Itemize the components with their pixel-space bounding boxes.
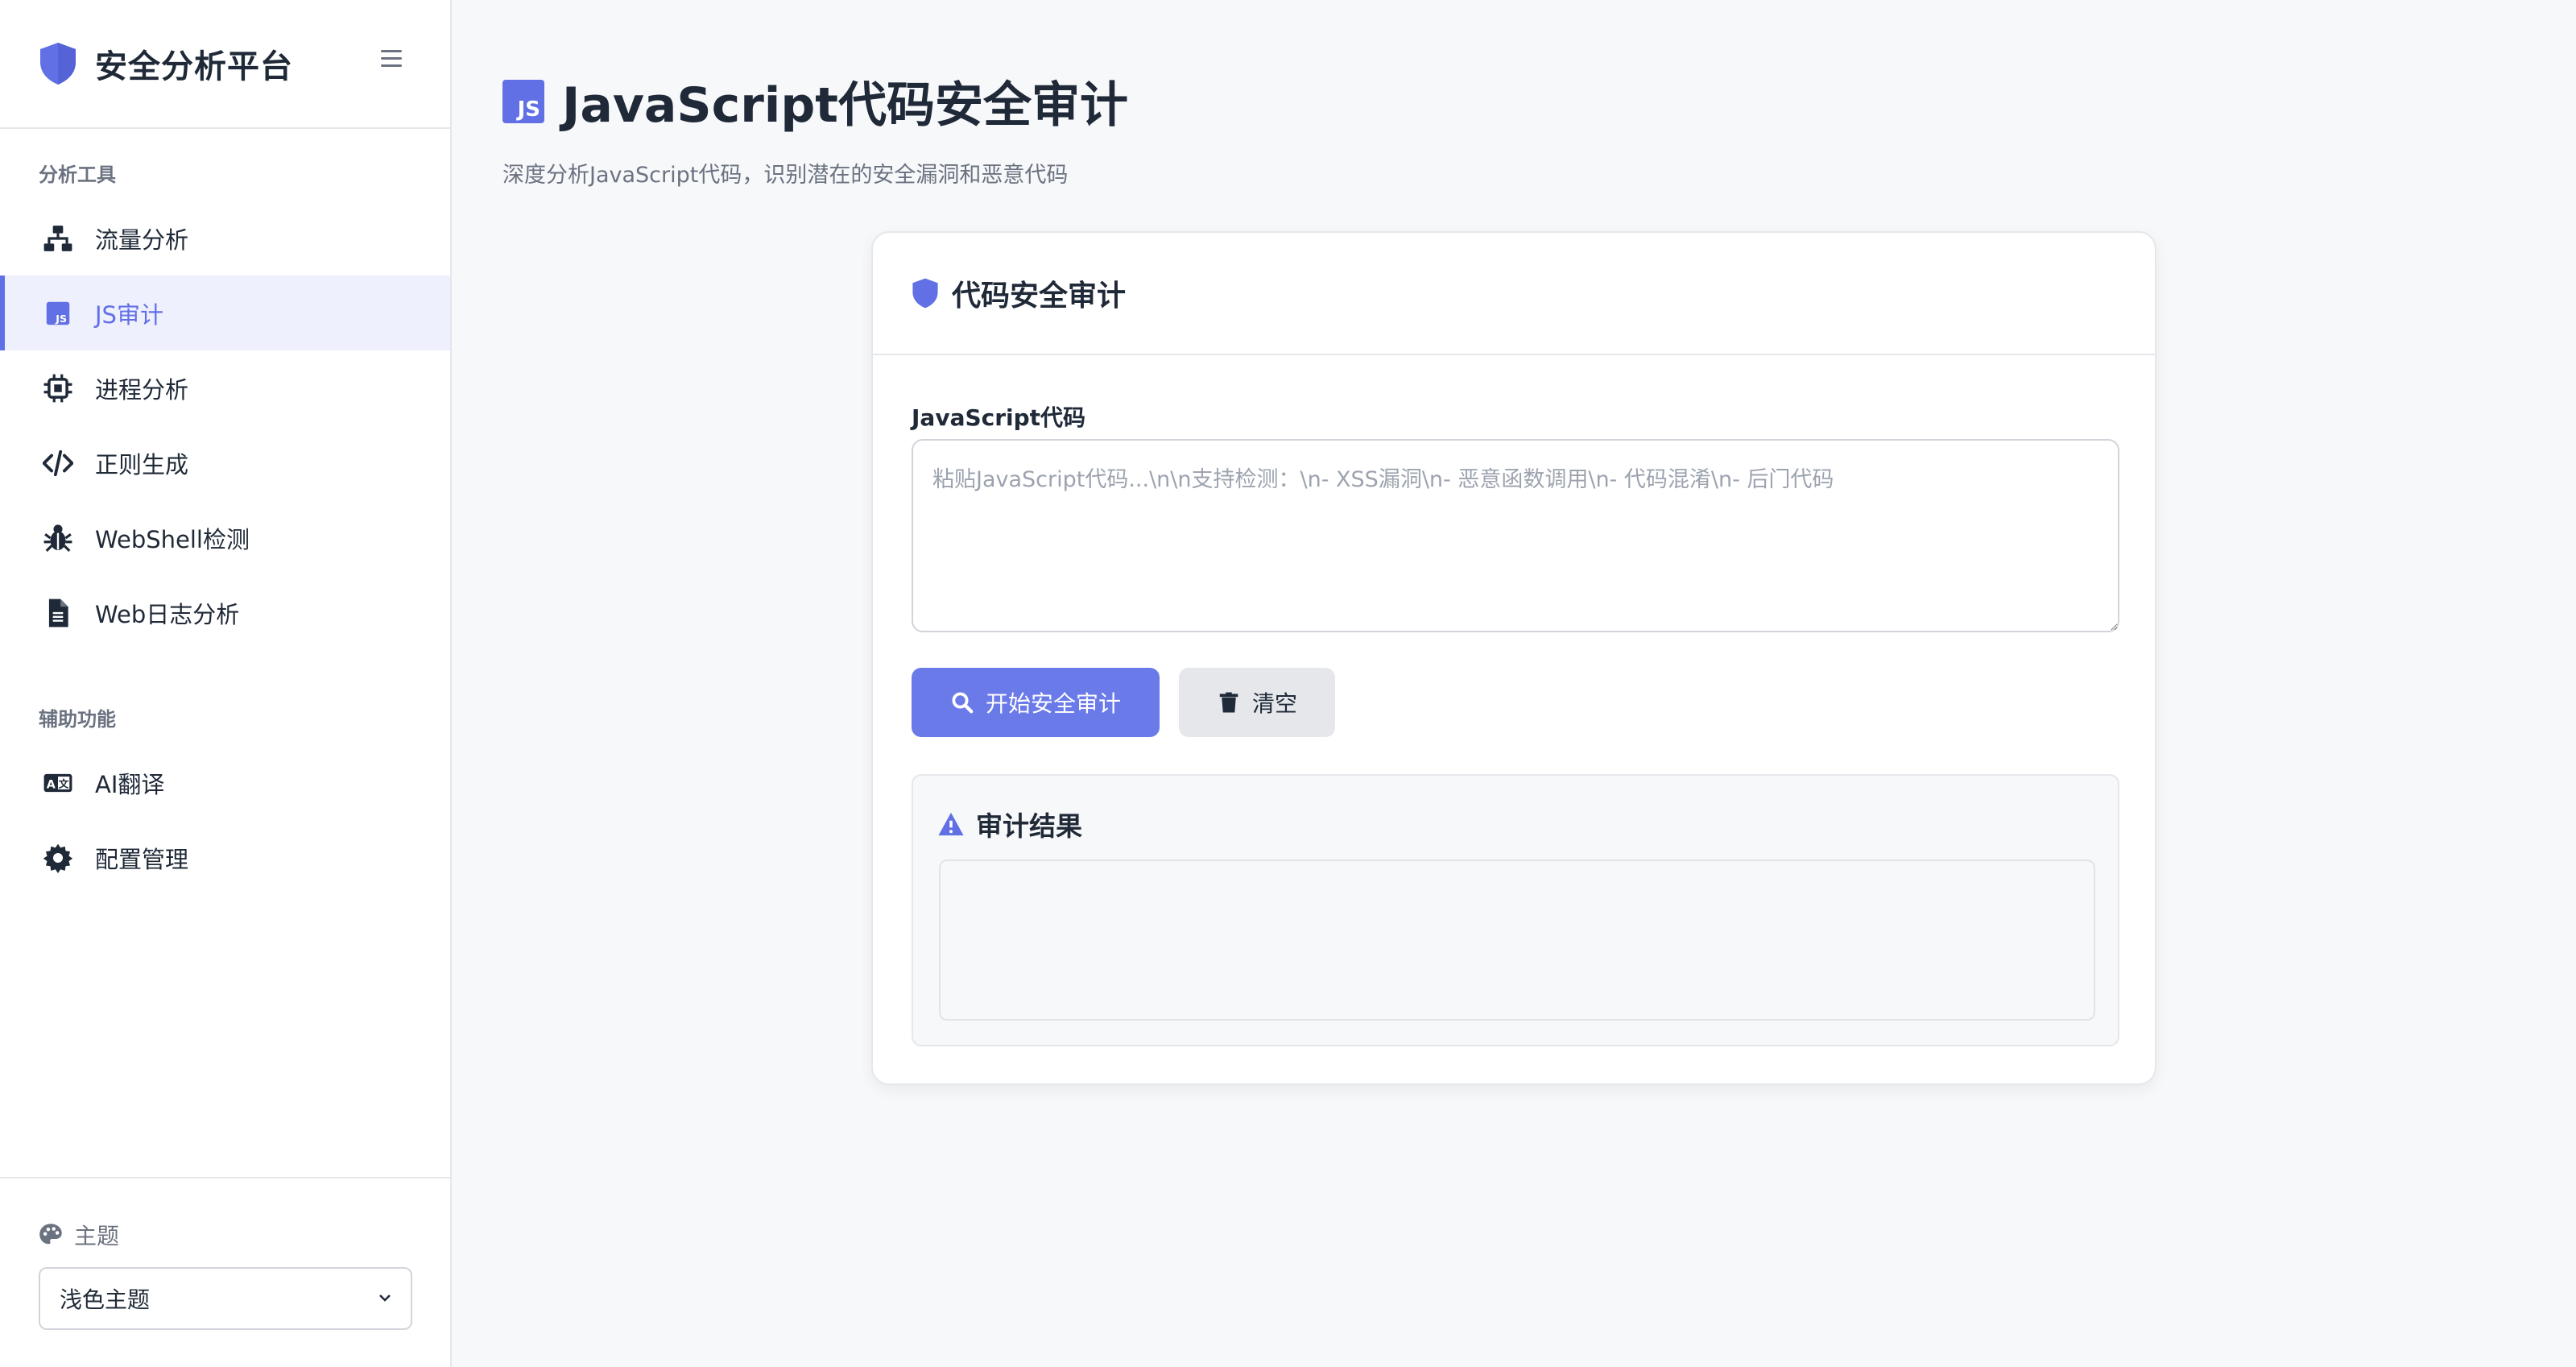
result-title: 审计结果 [976,810,1082,842]
cpu-icon [42,372,74,404]
svg-text:文: 文 [59,777,69,789]
js-icon: JS [42,297,74,329]
menu-toggle-icon[interactable] [381,50,402,68]
theme-select-value: 浅色主题 [60,1286,151,1313]
result-output [939,860,2095,1021]
sidebar-item-label: JS审计 [95,300,163,329]
sidebar-item-label: Web日志分析 [95,600,240,628]
page-subtitle: 深度分析JavaScript代码，识别潜在的安全漏洞和恶意代码 [502,163,1069,188]
theme-area: 主题 浅色主题 [0,1177,450,1367]
sidebar-item-webshell-detection[interactable]: WebShell检测 [0,500,450,575]
start-audit-button[interactable]: 开始安全审计 [912,668,1160,737]
sidebar-item-web-log-analysis[interactable]: Web日志分析 [0,575,450,650]
sidebar: 安全分析平台 分析工具 流量分析 JS JS审计 进程分析 正则生成 WebSh… [0,0,452,1367]
palette-icon [39,1224,62,1245]
section-title-auxiliary: 辅助功能 [39,708,116,731]
sidebar-item-process-analysis[interactable]: 进程分析 [0,350,450,425]
section-title-analysis-tools: 分析工具 [39,164,116,186]
code-icon [42,447,74,479]
app-title: 安全分析平台 [95,48,293,85]
theme-label-text: 主题 [74,1223,120,1249]
audit-card: 代码安全审计 JavaScript代码 开始安全审计 清空 审计结果 [871,231,2156,1085]
sidebar-item-label: 流量分析 [95,226,189,254]
svg-text:JS: JS [55,313,67,325]
result-panel: 审计结果 [912,774,2119,1046]
sidebar-item-config-management[interactable]: 配置管理 [0,820,450,895]
js-badge-icon: JS [502,79,544,123]
shield-icon [40,43,76,85]
sidebar-item-label: 正则生成 [95,450,189,478]
theme-label: 主题 [39,1219,119,1251]
brand-header: 安全分析平台 [0,0,450,129]
gear-icon [42,842,74,874]
card-title: 代码安全审计 [952,280,1127,313]
code-field-label: JavaScript代码 [912,404,1086,431]
js-badge-text: JS [517,97,540,122]
start-audit-label: 开始安全审计 [985,691,1121,716]
sidebar-item-regex-generator[interactable]: 正则生成 [0,425,450,500]
sidebar-item-label: WebShell检测 [95,525,250,553]
trash-icon [1219,692,1238,713]
warning-icon [938,812,964,836]
card-header: 代码安全审计 [873,233,2155,355]
clear-button[interactable]: 清空 [1179,668,1335,737]
sidebar-item-traffic-analysis[interactable]: 流量分析 [0,201,450,275]
shield-icon [912,278,938,309]
search-icon [952,692,974,714]
bug-icon [42,522,74,554]
nav-analysis-tools: 流量分析 JS JS审计 进程分析 正则生成 WebShell检测 Web日志分… [0,201,450,650]
file-icon [42,597,74,629]
page-header: JS JavaScript代码安全审计 深度分析JavaScript代码，识别潜… [502,66,1128,188]
chevron-down-icon [379,1295,391,1302]
language-icon: A文 [42,767,74,799]
code-input[interactable] [912,439,2119,632]
theme-select[interactable]: 浅色主题 [39,1267,412,1330]
sidebar-item-label: AI翻译 [95,770,165,798]
sidebar-item-label: 配置管理 [95,845,189,873]
sidebar-item-label: 进程分析 [95,375,189,404]
clear-label: 清空 [1251,691,1297,716]
sidebar-item-js-audit[interactable]: JS JS审计 [0,275,450,350]
sidebar-item-ai-translate[interactable]: A文 AI翻译 [0,745,450,820]
page-title: JavaScript代码安全审计 [562,77,1128,134]
svg-text:A: A [47,778,56,791]
network-icon [42,222,74,255]
nav-auxiliary: A文 AI翻译 配置管理 [0,745,450,895]
result-header: 审计结果 [937,805,1082,843]
